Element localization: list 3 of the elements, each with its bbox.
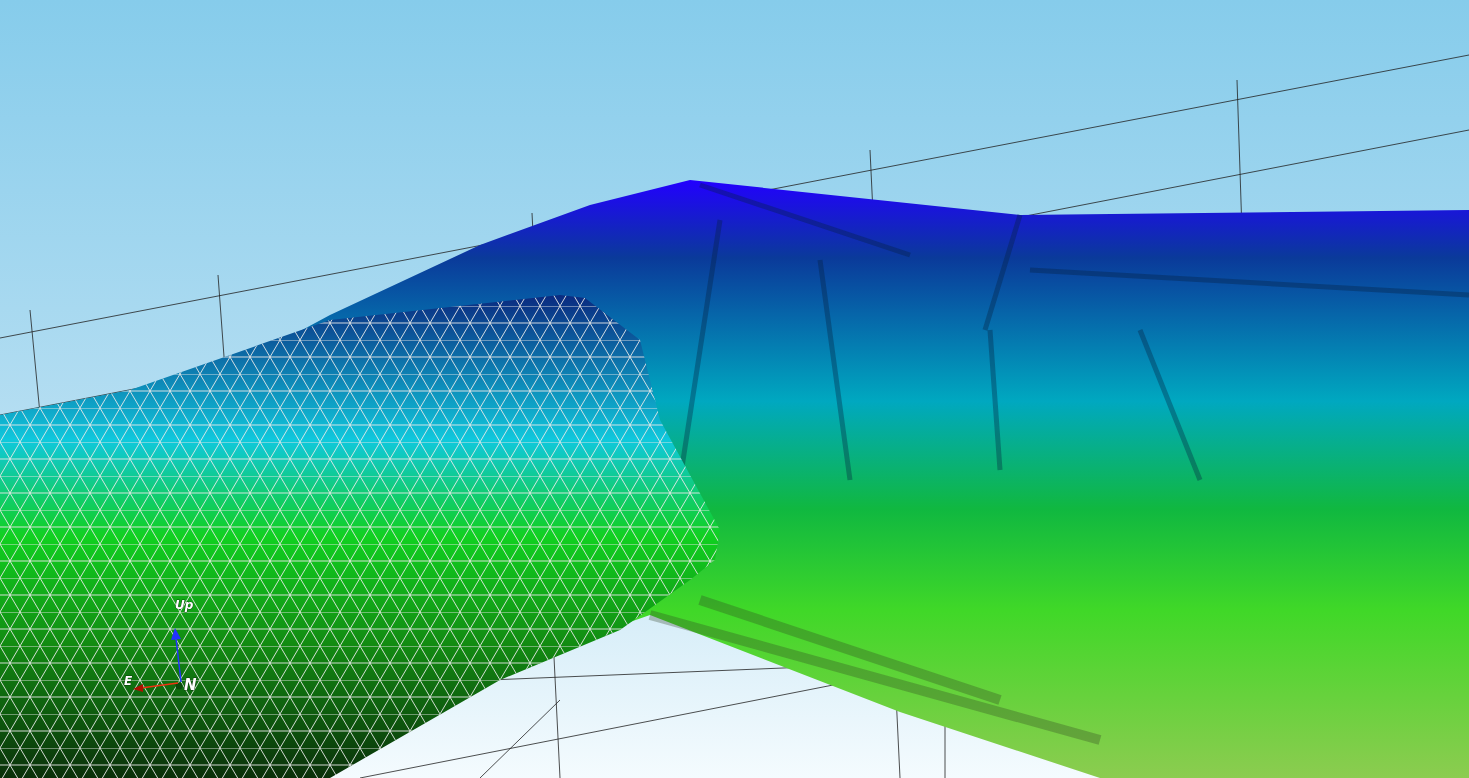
axis-label: Up [175,598,194,612]
axis-label: E [124,674,133,688]
axis-label: N [184,676,197,694]
